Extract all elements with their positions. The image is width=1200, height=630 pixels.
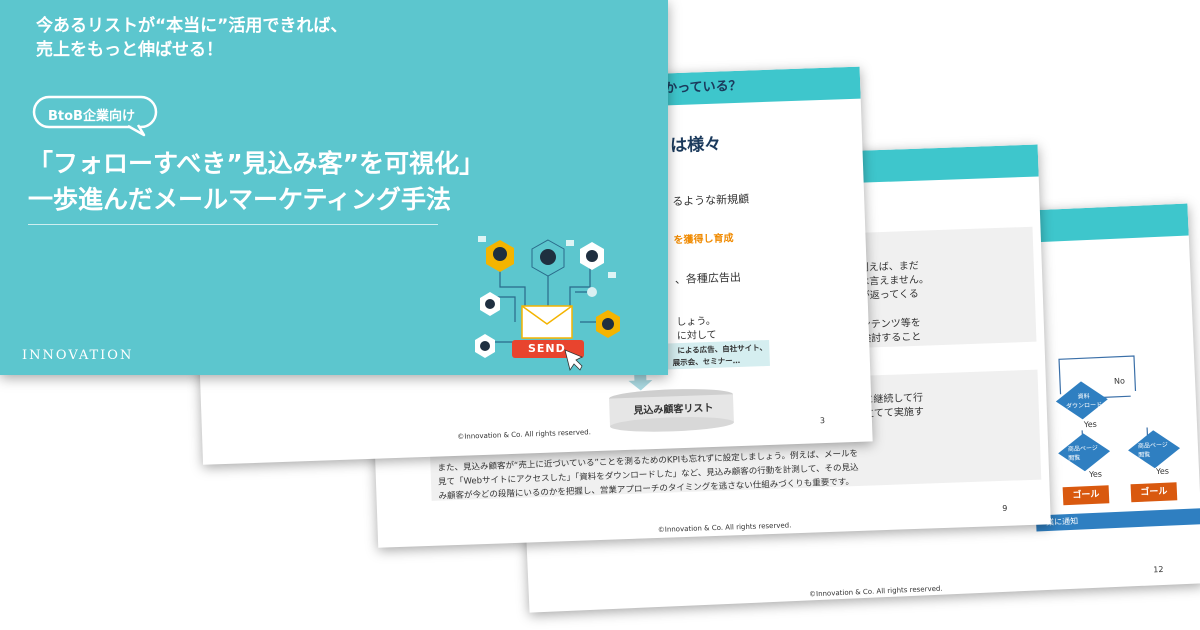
slide-header-title: かっている？ [663,78,742,97]
flow-goal: ゴール [1130,482,1178,503]
page-number: 9 [1002,503,1008,513]
flow-decision-label: 商品ページ 閲覧 [1137,441,1168,459]
flow-decision: 資料 ダウンロード [1055,380,1109,420]
slide-footer: ©Innovation & Co. All rights reserved. [457,428,591,441]
body-text: が返ってくる [859,288,919,302]
brand-logo: INNOVATION [22,348,134,363]
database-label: 見込み顧客リスト [633,402,714,417]
cover-title-line: 一歩進んだメールマーケティング手法 [28,185,452,214]
page-number: 12 [1153,564,1164,575]
slide-heading: は様々 [669,134,722,157]
highlight-text: を獲得し育成 [673,233,734,247]
cover-badge: BtoB企業向け [48,109,135,124]
flow-goal: ゴール [1062,485,1110,506]
body-text: 、各種広告出 [674,270,742,287]
body-text: 検討すること [861,331,922,345]
cover-headline-line: 売上をもっと伸ばせる！ [36,40,223,60]
body-text: るような新規顧 [671,192,750,209]
flow-yes-label: Yes [1088,469,1103,480]
cover-divider [28,224,438,225]
cover-headline-line: 今あるリストが“本当に”活用できれば、 [36,16,348,36]
flow-yes-label: Yes [1155,466,1170,477]
flow-decision-label: 資料 ダウンロード [1065,393,1103,411]
cover-headline: 今あるリストが“本当に”活用できれば、 売上をもっと伸ばせる！ [36,14,347,62]
page-number: 3 [819,416,826,426]
flow-no-label: No [1113,376,1126,386]
flow-decision: 商品ページ 閲覧 [1057,432,1111,472]
flow-decision-label: 商品ページ 閲覧 [1067,444,1098,462]
slide-footer: ©Innovation & Co. All rights reserved. [657,521,792,534]
cover-title-line: 「フォローすべき”見込み客”を可視化」 [28,149,485,178]
body-text: 立てて実施す [863,406,925,420]
body-text: に対して [676,329,717,343]
cover-title: 「フォローすべき”見込み客”を可視化」 一歩進んだメールマーケティング手法 [28,146,484,218]
cover-slide: 今あるリストが“本当に”活用できれば、 売上をもっと伸ばせる！ BtoB企業向け… [0,0,668,375]
flow-yes-label: Yes [1083,419,1098,430]
flow-decision: 商品ページ 閲覧 [1127,429,1181,469]
send-button-label: SEND [528,342,566,355]
